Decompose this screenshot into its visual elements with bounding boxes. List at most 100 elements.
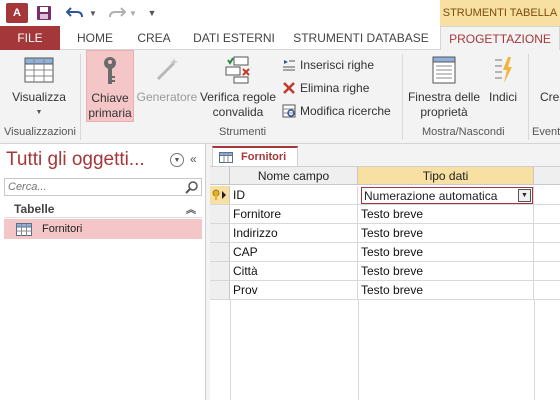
chevron-down-icon: ▼ — [35, 109, 43, 116]
undo-arrow-icon — [66, 7, 83, 18]
field-name-cell[interactable]: Città — [230, 262, 358, 281]
tab-dati-esterni[interactable]: DATI ESTERNI — [186, 26, 282, 50]
table-icon — [219, 151, 233, 163]
description-cell[interactable] — [534, 205, 560, 224]
row-selector[interactable] — [210, 243, 230, 262]
finestra-line1: Finestra delle — [407, 90, 481, 104]
finestra-proprieta-button[interactable]: Finestra delle proprietà — [406, 50, 482, 120]
inserisci-righe-label: Inserisci righe — [300, 58, 375, 72]
document-tab-label: Fornitori — [241, 151, 287, 163]
visualizza-button[interactable]: Visualizza ▼ — [8, 50, 70, 120]
field-name-cell[interactable]: Indirizzo — [230, 224, 358, 243]
nav-group-label: Tabelle — [14, 201, 55, 216]
nav-pane-title[interactable]: Tutti gli oggetti... — [6, 149, 166, 171]
grid-divider — [358, 300, 359, 400]
finestra-line2: proprietà — [420, 105, 468, 119]
save-icon[interactable] — [34, 3, 54, 23]
data-type-cell[interactable]: Testo breve — [358, 262, 534, 281]
nav-search-box — [4, 178, 202, 196]
data-type-cell[interactable]: Testo breve — [358, 224, 534, 243]
group-label-eventi-partial: Eventi — [532, 126, 560, 138]
row-selector[interactable] — [210, 205, 230, 224]
redo-arrow-icon — [109, 7, 126, 18]
search-input[interactable] — [5, 179, 177, 195]
lightning-index-icon — [487, 54, 519, 86]
row-selector[interactable] — [210, 186, 230, 205]
property-sheet-icon — [428, 54, 460, 86]
elimina-righe-label: Elimina righe — [300, 81, 370, 95]
tab-file[interactable]: FILE — [0, 26, 60, 50]
row-selector[interactable] — [210, 224, 230, 243]
table-view-icon — [23, 54, 55, 86]
data-type-cell[interactable]: Testo breve — [358, 243, 534, 262]
validation-rules-icon — [222, 54, 254, 86]
row-selector[interactable] — [210, 262, 230, 281]
group-label-visualizzazioni: Visualizzazioni — [4, 126, 76, 138]
nav-item-fornitori[interactable]: Fornitori — [4, 219, 202, 239]
group-label-mostra-nascondi: Mostra/Nascondi — [422, 126, 505, 138]
verifica-line2: convalida — [212, 105, 264, 119]
elimina-righe-button[interactable]: Elimina righe — [282, 78, 369, 98]
app-icon-letter: A — [13, 7, 21, 19]
header-row-selector[interactable] — [210, 167, 230, 185]
description-cell[interactable] — [534, 281, 560, 300]
group-separator — [402, 54, 403, 140]
undo-dropdown-icon[interactable]: ▼ — [88, 3, 98, 23]
access-app-icon[interactable]: A — [6, 3, 28, 23]
modifica-ricerche-label: Modifica ricerche — [300, 104, 391, 118]
description-cell[interactable] — [534, 243, 560, 262]
column-header-nome-campo[interactable]: Nome campo — [230, 167, 358, 185]
magic-wand-icon — [151, 54, 183, 86]
grid-divider — [534, 300, 535, 400]
column-header-descrizione-partial[interactable] — [534, 167, 560, 185]
search-icon[interactable] — [185, 180, 199, 194]
document-area: Fornitori Nome campo Tipo dati ID Numera… — [206, 144, 560, 400]
column-header-tipo-dati[interactable]: Tipo dati — [358, 167, 534, 185]
group-label-strumenti: Strumenti — [219, 126, 267, 138]
generatore-button: Generatore — [136, 50, 198, 105]
table-design-grid: Nome campo Tipo dati ID Numerazione auto… — [210, 166, 560, 400]
data-type-value: Numerazione automatica — [364, 188, 498, 203]
field-name-cell[interactable]: CAP — [230, 243, 358, 262]
crea-cut-label: Cre — [540, 90, 560, 104]
chevron-down-icon[interactable]: ▼ — [518, 189, 531, 202]
data-type-cell[interactable]: Testo breve — [358, 205, 534, 224]
title-bar: A ▼ ▼ ▼ STRUMENTI TABELLA — [0, 0, 560, 26]
navigation-pane: Tutti gli oggetti... ▼ « Tabelle ︽ Forni… — [0, 144, 206, 400]
nav-item-label: Fornitori — [42, 223, 83, 235]
verifica-regole-button[interactable]: Verifica regole convalida — [198, 50, 278, 120]
context-tab-header: STRUMENTI TABELLA — [440, 0, 560, 26]
visualizza-label: Visualizza — [12, 90, 66, 104]
document-tab-fornitori[interactable]: Fornitori — [212, 146, 298, 166]
collapse-pane-icon[interactable]: « — [190, 152, 197, 166]
customize-toolbar-icon[interactable]: ▼ — [146, 3, 158, 23]
undo-icon[interactable] — [64, 3, 86, 23]
inserisci-righe-button[interactable]: Inserisci righe — [282, 55, 374, 75]
description-cell[interactable] — [534, 186, 560, 205]
primary-key-icon — [212, 189, 226, 200]
verifica-line1: Verifica regole — [199, 90, 277, 104]
chiave-primaria-button[interactable]: Chiave primaria — [86, 50, 134, 122]
row-selector[interactable] — [210, 281, 230, 300]
field-name-cell[interactable]: Fornitore — [230, 205, 358, 224]
field-name-cell[interactable]: ID — [230, 186, 358, 205]
delete-rows-icon — [282, 81, 296, 95]
tab-crea[interactable]: CREA — [130, 26, 178, 50]
tab-strumenti-database[interactable]: STRUMENTI DATABASE — [290, 26, 432, 50]
grid-divider — [230, 300, 231, 400]
tab-home[interactable]: HOME — [68, 26, 122, 50]
redo-icon — [106, 3, 128, 23]
modifica-ricerche-button[interactable]: Modifica ricerche — [282, 101, 391, 121]
nav-group-tabelle[interactable]: Tabelle ︽ — [4, 200, 202, 218]
chevron-down-icon[interactable]: ▼ — [170, 153, 184, 167]
indici-button[interactable]: Indici — [484, 50, 522, 105]
tab-progettazione[interactable]: PROGETTAZIONE — [440, 26, 560, 51]
group-separator — [80, 54, 81, 140]
crea-macro-button-partial[interactable]: Cre — [540, 50, 560, 105]
data-type-dropdown[interactable]: Numerazione automatica ▼ — [361, 187, 533, 204]
description-cell[interactable] — [534, 224, 560, 243]
description-cell[interactable] — [534, 262, 560, 281]
data-type-cell[interactable]: Testo breve — [358, 281, 534, 300]
field-name-cell[interactable]: Prov — [230, 281, 358, 300]
group-separator — [528, 54, 529, 140]
